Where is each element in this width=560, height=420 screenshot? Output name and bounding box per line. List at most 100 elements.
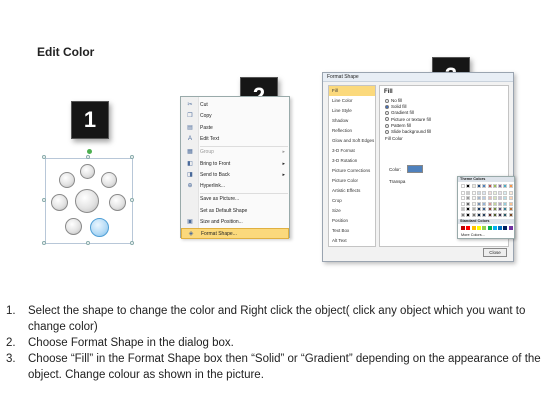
theme-color-swatch[interactable] xyxy=(476,212,481,217)
close-button[interactable]: Close xyxy=(483,248,507,257)
theme-color-swatch[interactable] xyxy=(503,190,508,195)
theme-color-swatch[interactable] xyxy=(487,184,492,188)
theme-color-swatch[interactable] xyxy=(487,212,492,217)
theme-color-swatch[interactable] xyxy=(508,207,513,211)
theme-color-swatch[interactable] xyxy=(476,196,481,200)
menu-item-copy[interactable]: ❐ Copy xyxy=(181,111,289,122)
theme-color-swatch[interactable] xyxy=(498,201,503,206)
theme-color-swatch[interactable] xyxy=(471,212,476,217)
radio-button-icon[interactable] xyxy=(385,129,389,134)
nav-item-picture-corrections[interactable]: Picture Corrections xyxy=(329,166,375,176)
nav-item-glow-and-soft-edges[interactable]: Glow and Soft Edges xyxy=(329,136,375,146)
standard-color-swatch[interactable] xyxy=(492,226,497,230)
menu-item-size-and-position[interactable]: ▣ Size and Position... xyxy=(181,217,289,228)
nav-item-artistic-effects[interactable]: Artistic Effects xyxy=(329,186,375,196)
theme-color-swatch[interactable] xyxy=(492,184,497,188)
theme-color-swatch[interactable] xyxy=(461,201,465,206)
menu-item-send-to-back[interactable]: ◨ Send to Back ▸ xyxy=(181,170,289,181)
selected-circle[interactable] xyxy=(90,218,109,237)
nav-item-line-style[interactable]: Line Style xyxy=(329,106,375,116)
radio-button-icon[interactable] xyxy=(385,123,389,128)
resize-handle[interactable] xyxy=(42,241,46,245)
nav-item-reflection[interactable]: Reflection xyxy=(329,126,375,136)
menu-item-save-as-picture[interactable]: Save as Picture... xyxy=(181,194,289,205)
theme-color-swatch[interactable] xyxy=(487,190,492,195)
nav-item-size[interactable]: Size xyxy=(329,206,375,216)
resize-handle[interactable] xyxy=(130,198,134,202)
theme-color-swatch[interactable] xyxy=(498,207,503,211)
theme-color-swatch[interactable] xyxy=(487,207,492,211)
nav-item-picture-color[interactable]: Picture Color xyxy=(329,176,375,186)
radio-no-fill[interactable]: No fill xyxy=(385,98,402,104)
outer-circle[interactable] xyxy=(109,194,126,211)
resize-handle[interactable] xyxy=(42,155,46,159)
menu-item-set-as-default-shape[interactable]: Set as Default Shape xyxy=(181,206,289,217)
theme-color-swatch[interactable] xyxy=(466,201,471,206)
theme-color-swatch[interactable] xyxy=(508,190,513,195)
theme-color-swatch[interactable] xyxy=(498,196,503,200)
nav-item-crop[interactable]: Crop xyxy=(329,196,375,206)
radio-gradient-fill[interactable]: Gradient fill xyxy=(385,110,414,116)
standard-color-swatch[interactable] xyxy=(487,226,492,230)
nav-item-alt-text[interactable]: Alt Text xyxy=(329,236,375,246)
theme-color-swatch[interactable] xyxy=(471,207,476,211)
theme-color-swatch[interactable] xyxy=(498,184,503,188)
standard-color-swatch[interactable] xyxy=(482,226,487,230)
theme-color-swatch[interactable] xyxy=(487,196,492,200)
radio-button-icon[interactable] xyxy=(385,111,389,116)
theme-color-swatch[interactable] xyxy=(461,207,465,211)
resize-handle[interactable] xyxy=(86,241,90,245)
nav-item-3-d-format[interactable]: 3-D Format xyxy=(329,146,375,156)
menu-item-paste[interactable]: ▤ Paste xyxy=(181,123,289,134)
theme-color-swatch[interactable] xyxy=(466,207,471,211)
theme-color-swatch[interactable] xyxy=(471,196,476,200)
resize-handle[interactable] xyxy=(130,241,134,245)
radio-picture-or-texture-fill[interactable]: Picture or texture fill xyxy=(385,117,431,123)
standard-color-swatch[interactable] xyxy=(508,226,513,230)
theme-color-swatch[interactable] xyxy=(466,196,471,200)
theme-color-swatch[interactable] xyxy=(492,196,497,200)
standard-color-swatch[interactable] xyxy=(471,226,476,230)
nav-item-text-box[interactable]: Text Box xyxy=(329,226,375,236)
menu-item-group[interactable]: ▦ Group ▸ xyxy=(181,147,289,158)
theme-color-swatch[interactable] xyxy=(498,190,503,195)
theme-color-swatch[interactable] xyxy=(476,201,481,206)
standard-color-swatch[interactable] xyxy=(498,226,503,230)
outer-circle[interactable] xyxy=(101,172,117,188)
theme-color-swatch[interactable] xyxy=(471,190,476,195)
standard-color-swatch[interactable] xyxy=(461,226,465,230)
resize-handle[interactable] xyxy=(130,155,134,159)
theme-color-swatch[interactable] xyxy=(466,212,471,217)
theme-color-swatch[interactable] xyxy=(508,201,513,206)
nav-item-position[interactable]: Position xyxy=(329,216,375,226)
theme-color-swatch[interactable] xyxy=(466,190,471,195)
theme-color-swatch[interactable] xyxy=(471,201,476,206)
menu-item-bring-to-front[interactable]: ◧ Bring to Front ▸ xyxy=(181,159,289,170)
theme-color-swatch[interactable] xyxy=(482,212,487,217)
radio-solid-fill[interactable]: Solid fill xyxy=(385,104,407,110)
menu-item-format-shape[interactable]: ◈ Format Shape... xyxy=(181,228,289,240)
nav-item-fill[interactable]: Fill xyxy=(329,86,375,96)
shape-diagram[interactable] xyxy=(42,155,134,245)
radio-button-icon[interactable] xyxy=(385,98,389,103)
outer-circle[interactable] xyxy=(80,164,95,179)
theme-color-swatch[interactable] xyxy=(492,212,497,217)
radio-pattern-fill[interactable]: Pattern fill xyxy=(385,123,411,129)
outer-circle[interactable] xyxy=(51,194,68,211)
center-circle[interactable] xyxy=(75,189,99,213)
resize-handle[interactable] xyxy=(42,198,46,202)
theme-color-swatch[interactable] xyxy=(476,190,481,195)
menu-item-edit-text[interactable]: A Edit Text xyxy=(181,134,289,145)
standard-color-swatch[interactable] xyxy=(503,226,508,230)
theme-color-swatch[interactable] xyxy=(503,196,508,200)
theme-color-swatch[interactable] xyxy=(503,201,508,206)
nav-item-3-d-rotation[interactable]: 3-D Rotation xyxy=(329,156,375,166)
radio-button-icon[interactable] xyxy=(385,117,389,122)
outer-circle[interactable] xyxy=(65,218,82,235)
theme-color-swatch[interactable] xyxy=(503,184,508,188)
radio-button-icon[interactable] xyxy=(385,105,389,109)
theme-color-swatch[interactable] xyxy=(492,201,497,206)
outer-circle[interactable] xyxy=(59,172,75,188)
theme-color-swatch[interactable] xyxy=(476,207,481,211)
theme-color-swatch[interactable] xyxy=(492,190,497,195)
